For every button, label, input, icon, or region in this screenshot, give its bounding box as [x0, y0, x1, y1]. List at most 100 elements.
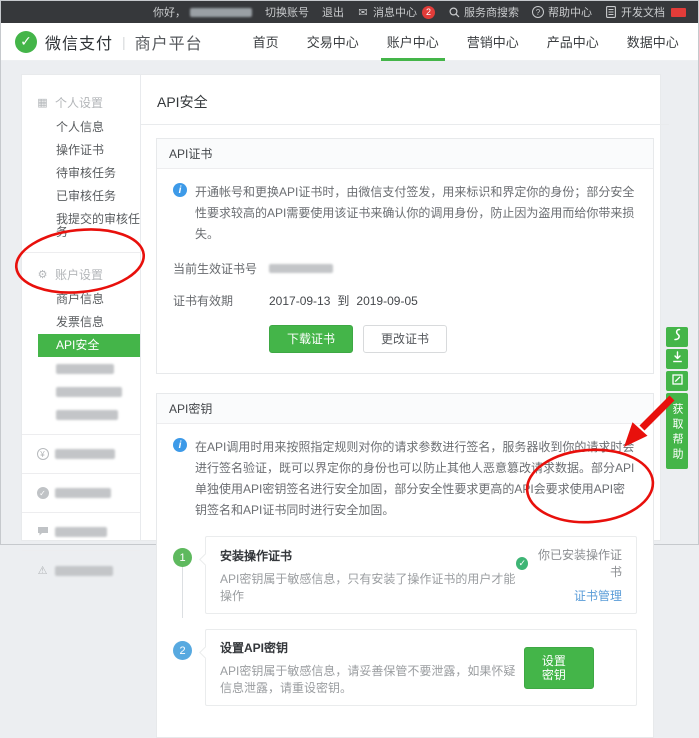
sidebar-item-api-security[interactable]: API安全 [38, 334, 140, 357]
cert-number-row: 当前生效证书号 [173, 260, 637, 277]
sidebar-item-personal-info[interactable]: 个人信息 [22, 116, 140, 139]
grid-icon: ▦ [36, 96, 49, 109]
step-1-number: 1 [173, 548, 192, 567]
redacted-text [56, 364, 114, 374]
redacted-cert-number [269, 264, 333, 273]
sp-search-link[interactable]: 服务商搜索 [448, 4, 519, 20]
document-icon [605, 6, 617, 18]
sidebar-section-funds[interactable]: ¥ [22, 443, 140, 465]
sidebar-divider [22, 252, 140, 253]
change-cert-button[interactable]: 更改证书 [363, 325, 447, 353]
page-title: API安全 [156, 75, 654, 124]
redacted-account-number [190, 8, 252, 17]
cert-valid-to: 2019-09-05 [356, 294, 417, 308]
search-icon [448, 6, 460, 18]
api-key-section: API密钥 i 在API调用时用来按照指定规则对你的请求参数进行签名，服务器收到… [156, 393, 654, 738]
sidebar-section-warning[interactable]: ⚠ [22, 559, 140, 582]
comment-icon [36, 526, 49, 537]
redacted-text [55, 527, 107, 537]
key-info-row: i 在API调用时用来按照指定规则对你的请求参数进行签名，服务器收到你的请求时会… [173, 437, 637, 521]
cert-info-row: i 开通帐号和更换API证书时，由微信支付签发，用来标识和界定你的身份；部分安全… [173, 182, 637, 245]
sidebar-divider [22, 550, 140, 551]
step-1-title: 安装操作证书 [220, 547, 516, 564]
help-center-label: 帮助中心 [548, 4, 592, 20]
step-2-number: 2 [173, 641, 192, 660]
feedback-button[interactable] [666, 371, 688, 391]
sidebar-item-merchant-info[interactable]: 商户信息 [22, 288, 140, 311]
download-button[interactable] [666, 349, 688, 369]
sidebar-item-redacted[interactable] [22, 403, 140, 426]
sidebar-item-pending-tasks[interactable]: 待审核任务 [22, 162, 140, 185]
account-settings-label: 账户设置 [55, 266, 103, 283]
step-2-box: 设置API密钥 API密钥属于敏感信息，请妥善保管不要泄露，如果怀疑信息泄露，请… [205, 629, 637, 706]
download-icon [672, 350, 683, 368]
sidebar-section-comments[interactable] [22, 521, 140, 542]
cert-validity-row: 证书有效期 2017-09-13 到 2019-09-05 [173, 292, 637, 309]
cert-valid-from: 2017-09-13 [269, 294, 330, 308]
cert-validity-label: 证书有效期 [173, 292, 269, 309]
redacted-text [55, 449, 115, 459]
page-background: ▦ 个人设置 个人信息 操作证书 待审核任务 已审核任务 我提交的审核任务 ⚙ … [1, 61, 698, 544]
nav-item-home[interactable]: 首页 [239, 23, 293, 61]
window-frame: 你好， 切换账号 退出 ✉ 消息中心 2 服务商搜索 ? 帮助中心 开发文档 [0, 0, 699, 545]
nav-item-account-center[interactable]: 账户中心 [373, 23, 453, 61]
sidebar-item-redacted[interactable] [22, 380, 140, 403]
download-cert-button[interactable]: 下载证书 [269, 325, 353, 353]
key-info-text: 在API调用时用来按照指定规则对你的请求参数进行签名，服务器收到你的请求时会进行… [195, 437, 637, 521]
help-center-link[interactable]: ? 帮助中心 [532, 4, 592, 20]
sidebar-section-check[interactable]: ✓ [22, 482, 140, 504]
nav-item-trade-center[interactable]: 交易中心 [293, 23, 373, 61]
sidebar: ▦ 个人设置 个人信息 操作证书 待审核任务 已审核任务 我提交的审核任务 ⚙ … [22, 75, 141, 540]
nav-item-product-center[interactable]: 产品中心 [533, 23, 613, 61]
title-divider [141, 124, 669, 125]
sidebar-item-reviewed-tasks[interactable]: 已审核任务 [22, 185, 140, 208]
nav-item-marketing-center[interactable]: 营销中心 [453, 23, 533, 61]
floating-toolbar: 获取帮助 [666, 327, 688, 469]
step-2-left: 设置API密钥 API密钥属于敏感信息，请妥善保管不要泄露，如果怀疑信息泄露，请… [220, 639, 524, 696]
cert-manage-link[interactable]: 证书管理 [574, 587, 622, 604]
redacted-text [55, 488, 111, 498]
cert-installed-status: ✓ 你已安装操作证书 [516, 546, 622, 580]
redacted-text [55, 566, 113, 576]
sidebar-item-redacted[interactable] [22, 357, 140, 380]
link-icon [672, 328, 682, 346]
message-center-label: 消息中心 [373, 4, 417, 20]
nav-item-data-center[interactable]: 数据中心 [613, 23, 693, 61]
main-header: ✓ 微信支付 | 商户平台 首页 交易中心 账户中心 营销中心 产品中心 数据中… [1, 23, 698, 61]
step-1-box: 安装操作证书 API密钥属于敏感信息，只有安装了操作证书的用户才能操作 ✓ 你已… [205, 536, 637, 614]
info-icon: i [173, 438, 187, 452]
quick-link-button[interactable] [666, 327, 688, 347]
success-check-icon: ✓ [516, 557, 528, 570]
sidebar-divider [22, 434, 140, 435]
cert-installed-text: 你已安装操作证书 [533, 546, 622, 580]
switch-account-link[interactable]: 切换账号 [265, 4, 309, 20]
hot-badge [671, 8, 686, 17]
get-help-button[interactable]: 获取帮助 [666, 393, 688, 469]
warning-icon: ⚠ [36, 564, 49, 577]
sidebar-section-personal: ▦ 个人设置 [22, 89, 140, 116]
sidebar-item-invoice-info[interactable]: 发票信息 [22, 311, 140, 334]
cert-info-text: 开通帐号和更换API证书时，由微信支付签发，用来标识和界定你的身份；部分安全性要… [195, 182, 637, 245]
cert-to-word: 到 [337, 292, 349, 309]
logout-link[interactable]: 退出 [322, 4, 344, 20]
step-2-title: 设置API密钥 [220, 639, 524, 656]
cert-number-label: 当前生效证书号 [173, 260, 269, 277]
sidebar-item-operation-cert[interactable]: 操作证书 [22, 139, 140, 162]
sidebar-divider [22, 473, 140, 474]
question-icon: ? [532, 6, 544, 18]
sidebar-section-account: ⚙ 账户设置 [22, 261, 140, 288]
set-api-key-button[interactable]: 设置密钥 [524, 647, 594, 689]
greeting-text: 你好， [153, 4, 186, 20]
sidebar-item-my-submitted-tasks[interactable]: 我提交的审核任务 [22, 208, 140, 244]
sidebar-divider [22, 512, 140, 513]
check-circle-icon: ✓ [36, 487, 49, 499]
message-count-badge: 2 [422, 6, 435, 19]
step-set-api-key: 2 设置API密钥 API密钥属于敏感信息，请妥善保管不要泄露，如果怀疑信息泄露… [173, 629, 637, 706]
message-center-link[interactable]: ✉ 消息中心 2 [357, 4, 435, 20]
dev-docs-link[interactable]: 开发文档 [605, 4, 686, 20]
envelope-icon: ✉ [357, 6, 369, 18]
api-cert-section-title: API证书 [157, 139, 653, 169]
step-1-left: 安装操作证书 API密钥属于敏感信息，只有安装了操作证书的用户才能操作 [220, 547, 516, 604]
edit-icon [672, 372, 683, 390]
primary-nav: 首页 交易中心 账户中心 营销中心 产品中心 数据中心 [239, 23, 693, 61]
